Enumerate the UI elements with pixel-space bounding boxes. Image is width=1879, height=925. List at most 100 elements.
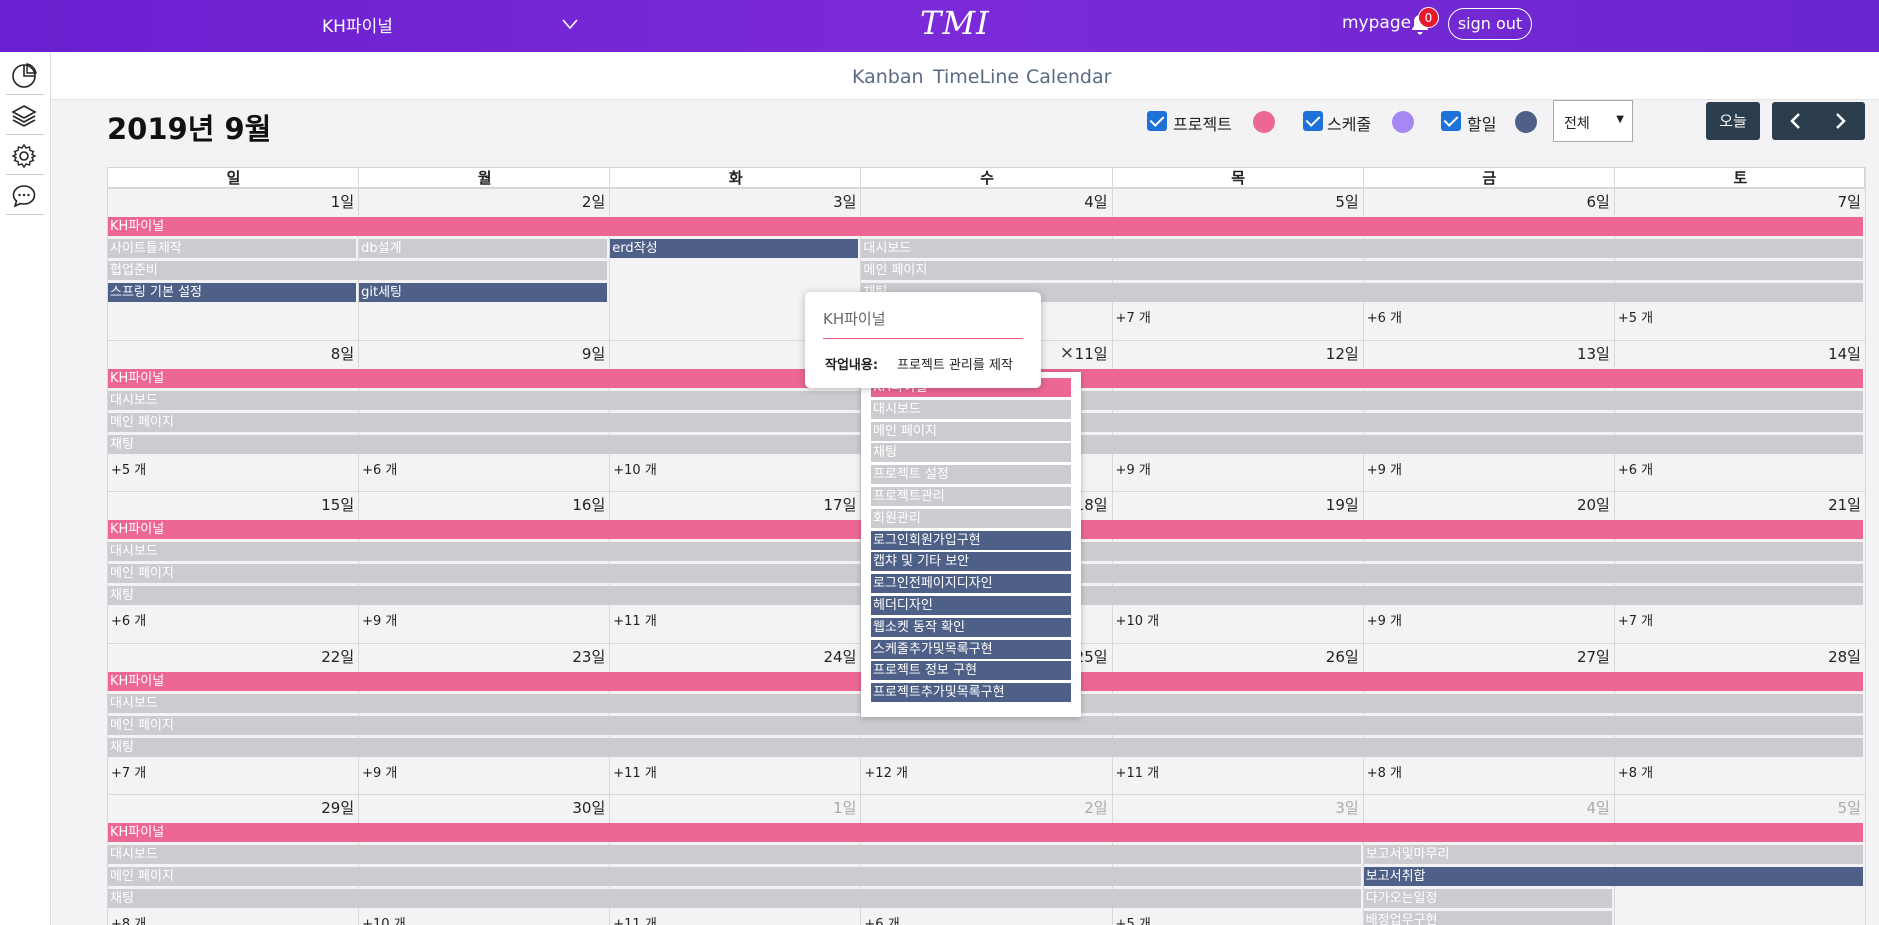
- event-bar[interactable]: 배정업무구현: [1363, 911, 1612, 925]
- day-number[interactable]: 9일: [545, 343, 605, 364]
- close-icon[interactable]: ×: [1058, 344, 1076, 362]
- day-number[interactable]: 23일: [545, 646, 605, 667]
- more-events-link[interactable]: +7 개: [1618, 610, 1653, 629]
- day-number[interactable]: 15일: [294, 494, 354, 515]
- day-number[interactable]: 8일: [294, 343, 354, 364]
- more-events-link[interactable]: +8 개: [1367, 762, 1402, 781]
- next-month-button[interactable]: [1818, 102, 1864, 140]
- popover-event[interactable]: 프로젝트 설정: [871, 465, 1071, 485]
- day-number[interactable]: 29일: [294, 797, 354, 818]
- more-events-link[interactable]: +6 개: [1618, 459, 1653, 478]
- filter-select[interactable]: 전체 ▼: [1553, 100, 1633, 142]
- more-events-link[interactable]: +9 개: [1367, 459, 1402, 478]
- event-bar[interactable]: 사이트틀제작: [108, 239, 357, 258]
- day-number[interactable]: 14일: [1801, 343, 1861, 364]
- day-number[interactable]: 27일: [1550, 646, 1610, 667]
- popover-event[interactable]: 웹소켓 동작 확인: [871, 617, 1071, 637]
- more-events-link[interactable]: +7 개: [111, 762, 146, 781]
- popover-event[interactable]: 채팅: [871, 443, 1071, 463]
- chat-icon[interactable]: [10, 182, 38, 210]
- day-number[interactable]: 16일: [545, 494, 605, 515]
- event-bar[interactable]: 채팅: [108, 737, 1863, 757]
- event-bar[interactable]: 대시보드: [861, 239, 1863, 258]
- day-number[interactable]: 4일: [1048, 191, 1107, 212]
- more-events-link[interactable]: +11 개: [1116, 762, 1160, 781]
- more-events-link[interactable]: +9 개: [362, 610, 397, 629]
- event-bar[interactable]: KH파이널: [108, 823, 1863, 843]
- event-bar[interactable]: 채팅: [108, 889, 1361, 909]
- popover-event[interactable]: 캡챠 및 기타 보안: [871, 552, 1071, 572]
- day-number[interactable]: 20일: [1550, 494, 1610, 515]
- day-number[interactable]: 13일: [1550, 343, 1610, 364]
- more-events-link[interactable]: +9 개: [1116, 459, 1151, 478]
- day-number[interactable]: 19일: [1299, 494, 1359, 515]
- popover-event[interactable]: 프로젝트관리: [871, 487, 1071, 506]
- event-bar[interactable]: 스프링 기본 설정: [108, 283, 357, 302]
- mypage-link[interactable]: mypage: [1342, 13, 1411, 33]
- day-number[interactable]: 12일: [1299, 343, 1359, 364]
- day-number[interactable]: 3일: [796, 191, 856, 212]
- layers-icon[interactable]: [10, 102, 38, 130]
- popover-event[interactable]: 프로젝트추가및목록구현: [871, 683, 1071, 703]
- pie-chart-icon[interactable]: [10, 62, 38, 90]
- day-number[interactable]: 1일: [796, 797, 856, 818]
- tab-timeline[interactable]: TimeLine: [933, 66, 1019, 88]
- popover-event[interactable]: 프로젝트 정보 구현: [871, 661, 1071, 681]
- day-number[interactable]: 24일: [796, 646, 857, 667]
- signout-button[interactable]: sign out: [1448, 8, 1532, 40]
- day-number[interactable]: 22일: [294, 646, 354, 667]
- day-number[interactable]: 11일: [1048, 343, 1108, 364]
- popover-event[interactable]: 스케줄추가및목록구현: [871, 639, 1071, 659]
- day-number[interactable]: 1일: [294, 191, 354, 212]
- schedule-checkbox[interactable]: [1303, 111, 1323, 131]
- gear-icon[interactable]: [10, 142, 38, 170]
- event-bar[interactable]: KH파이널: [108, 217, 1863, 236]
- more-events-link[interactable]: +8 개: [1618, 762, 1653, 781]
- chevron-down-icon[interactable]: [562, 16, 578, 32]
- event-bar[interactable]: 보고서및마무리: [1363, 845, 1863, 865]
- more-events-link[interactable]: +6 개: [362, 459, 397, 478]
- event-bar[interactable]: git세팅: [359, 283, 608, 302]
- more-events-link[interactable]: +6 개: [864, 913, 899, 925]
- more-events-link[interactable]: +11 개: [613, 913, 657, 925]
- popover-event[interactable]: 로그인회원가입구현: [871, 530, 1071, 550]
- day-number[interactable]: 2일: [545, 191, 605, 212]
- tab-kanban[interactable]: Kanban: [852, 66, 924, 88]
- event-bar[interactable]: 협업준비: [108, 261, 608, 280]
- today-button[interactable]: 오늘: [1706, 102, 1760, 140]
- event-bar[interactable]: 메인 페이지: [108, 715, 1863, 735]
- day-number[interactable]: 3일: [1299, 797, 1358, 818]
- day-number[interactable]: 21일: [1801, 494, 1861, 515]
- popover-event[interactable]: 메인 페이지: [871, 421, 1071, 441]
- day-number[interactable]: 17일: [796, 494, 857, 515]
- event-bar[interactable]: 메인 페이지: [108, 867, 1361, 887]
- more-events-link[interactable]: +11 개: [613, 762, 657, 781]
- day-number[interactable]: 6일: [1550, 191, 1609, 212]
- popover-event[interactable]: 로그인전페이지디자인: [871, 574, 1071, 594]
- event-bar[interactable]: erd작성: [610, 239, 859, 258]
- more-events-link[interactable]: +8 개: [111, 913, 146, 925]
- event-bar[interactable]: 메인 페이지: [861, 261, 1863, 280]
- day-number[interactable]: 2일: [1048, 797, 1107, 818]
- tab-calendar[interactable]: Calendar: [1026, 66, 1111, 88]
- more-events-link[interactable]: +5 개: [1618, 307, 1653, 326]
- day-number[interactable]: 4일: [1550, 797, 1609, 818]
- day-number[interactable]: 5일: [1299, 191, 1358, 212]
- more-events-link[interactable]: +10 개: [362, 913, 406, 925]
- event-bar[interactable]: 다가오는일정: [1363, 889, 1612, 909]
- day-number[interactable]: 26일: [1299, 646, 1359, 667]
- more-events-link[interactable]: +11 개: [613, 610, 657, 629]
- todo-checkbox[interactable]: [1441, 111, 1461, 131]
- app-logo[interactable]: TMI: [920, 4, 990, 42]
- more-events-link[interactable]: +6 개: [111, 610, 146, 629]
- popover-event[interactable]: 회원관리: [871, 508, 1071, 528]
- more-events-link[interactable]: +10 개: [1116, 610, 1160, 629]
- event-bar[interactable]: 대시보드: [108, 845, 1361, 865]
- more-events-link[interactable]: +5 개: [111, 459, 146, 478]
- more-events-link[interactable]: +7 개: [1116, 307, 1151, 326]
- event-bar[interactable]: 보고서취합: [1363, 867, 1863, 887]
- more-events-link[interactable]: +9 개: [1367, 610, 1402, 629]
- more-events-link[interactable]: +9 개: [362, 762, 397, 781]
- more-events-link[interactable]: +6 개: [1367, 307, 1402, 326]
- day-number[interactable]: 5일: [1801, 797, 1861, 818]
